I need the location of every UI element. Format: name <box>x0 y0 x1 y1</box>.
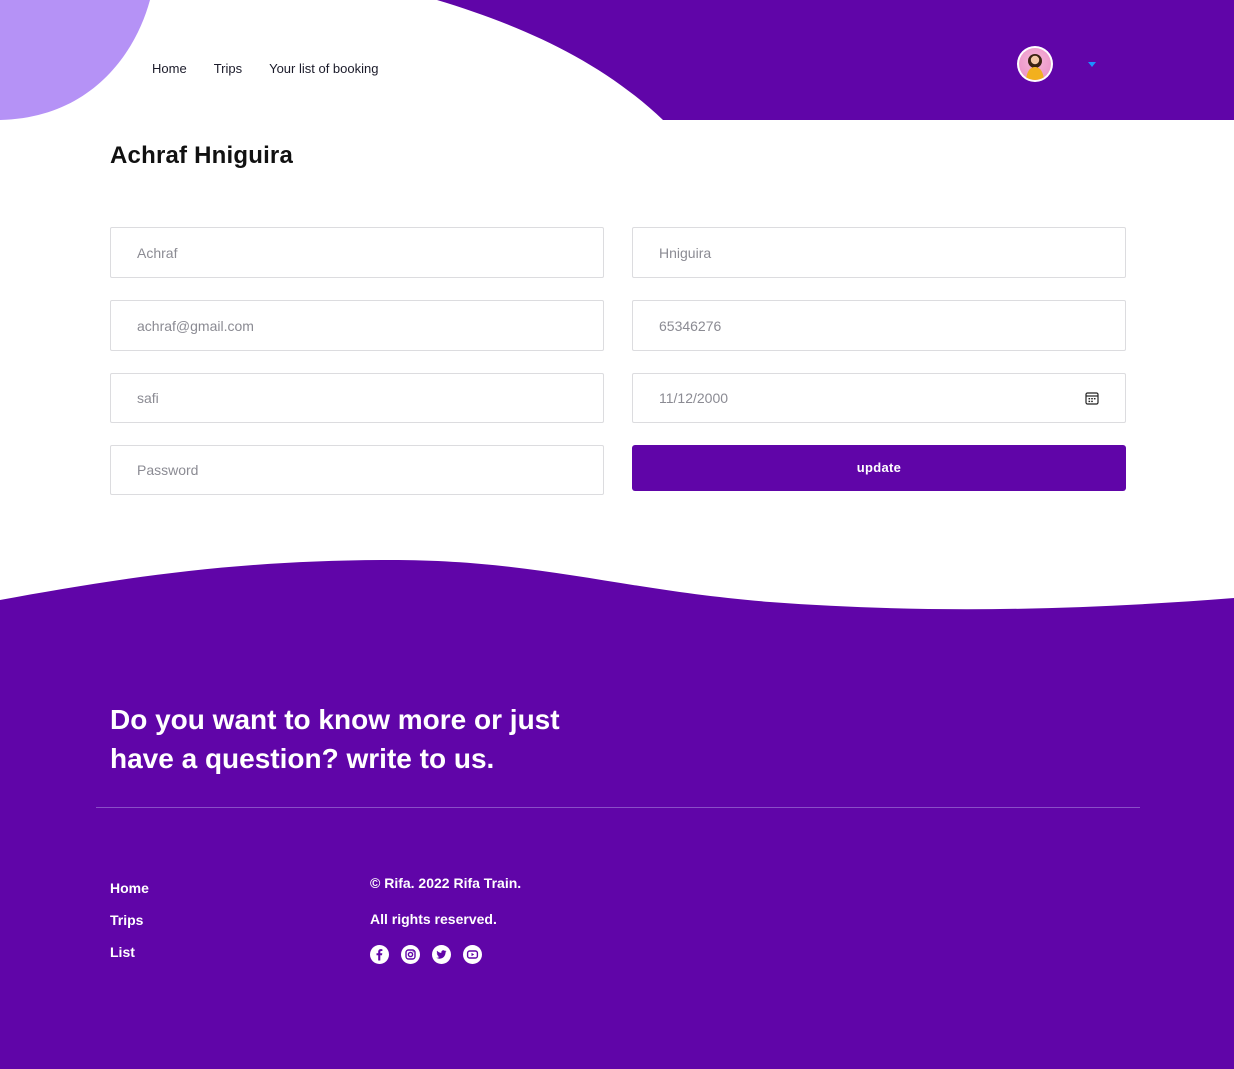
email-value: achraf@gmail.com <box>137 317 254 334</box>
calendar-icon[interactable] <box>1085 391 1099 405</box>
nav-bookings[interactable]: Your list of booking <box>269 61 378 76</box>
nav-trips[interactable]: Trips <box>214 61 242 76</box>
password-placeholder: Password <box>137 462 199 478</box>
instagram-icon[interactable] <box>401 945 420 964</box>
top-nav: Home Trips Your list of booking <box>152 61 378 76</box>
lavender-blob <box>0 0 150 120</box>
page-title: Achraf Hniguira <box>110 142 294 169</box>
footer-link-list[interactable]: List <box>110 943 149 961</box>
footer-heading: Do you want to know more or just have a … <box>110 704 560 774</box>
user-avatar[interactable] <box>1017 46 1053 82</box>
footer-divider <box>96 807 1140 808</box>
copyright-text: © Rifa. 2022 Rifa Train. <box>370 875 522 891</box>
update-button[interactable]: update <box>632 445 1126 491</box>
last-name-value: Hniguira <box>659 244 712 261</box>
account-dropdown-caret-icon[interactable] <box>1088 62 1096 67</box>
youtube-icon[interactable] <box>463 945 482 964</box>
twitter-icon[interactable] <box>432 945 451 964</box>
phone-field[interactable]: 65346276 <box>632 300 1126 351</box>
city-value: safi <box>137 390 159 406</box>
first-name-value: Achraf <box>137 244 178 261</box>
email-field[interactable]: achraf@gmail.com <box>110 300 604 351</box>
footer-link-home[interactable]: Home <box>110 879 149 897</box>
footer-link-trips[interactable]: Trips <box>110 911 149 929</box>
social-links <box>370 945 482 964</box>
footer-background <box>0 560 1234 1069</box>
city-field[interactable]: safi <box>110 373 604 423</box>
phone-value: 65346276 <box>659 317 722 334</box>
birth-date-value: 11/12/2000 <box>659 390 729 406</box>
nav-home[interactable]: Home <box>152 61 187 76</box>
password-field[interactable]: Password <box>110 445 604 495</box>
purple-header-wave <box>437 0 1234 120</box>
facebook-icon[interactable] <box>370 945 389 964</box>
birth-date-field[interactable]: 11/12/2000 <box>632 373 1126 423</box>
rights-text: All rights reserved. <box>370 911 497 927</box>
footer-links: Home Trips List <box>110 879 149 961</box>
first-name-field[interactable]: Achraf <box>110 227 604 278</box>
avatar-image <box>1019 48 1051 80</box>
last-name-field[interactable]: Hniguira <box>632 227 1126 278</box>
